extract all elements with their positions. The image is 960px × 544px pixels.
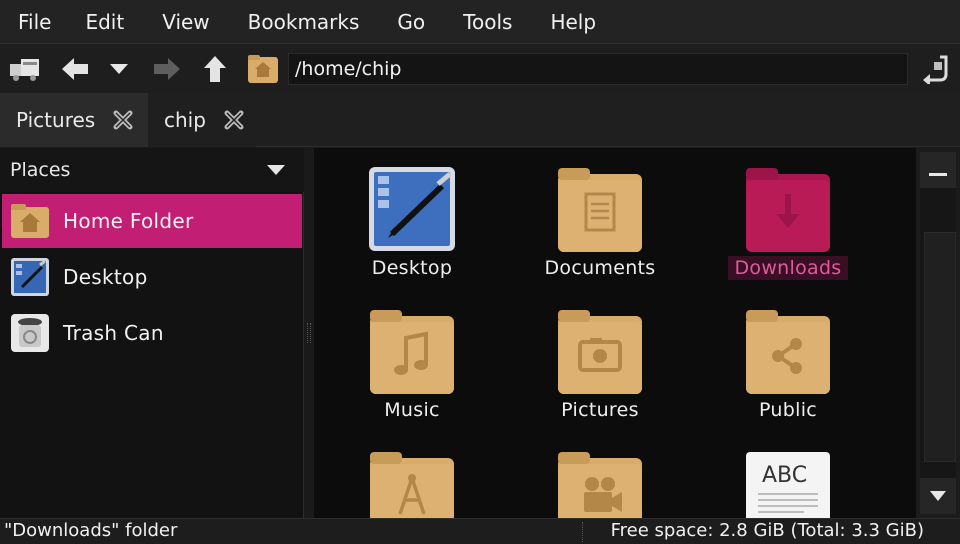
history-dropdown-button[interactable] [102, 52, 136, 86]
file-item-downloads[interactable]: Downloads [713, 166, 863, 280]
close-icon [113, 110, 133, 130]
file-item-music[interactable]: Music [337, 308, 487, 422]
documents-folder-icon [556, 166, 644, 254]
history-dropdown-icon [110, 64, 128, 74]
downloads-folder-icon [744, 166, 832, 254]
menu-edit[interactable]: Edit [77, 8, 132, 36]
go-button[interactable] [918, 52, 952, 86]
pictures-folder-icon [556, 308, 644, 396]
chevron-down-icon[interactable] [266, 164, 286, 176]
desktop-icon [368, 166, 456, 254]
menu-view[interactable]: View [154, 8, 217, 36]
close-icon [224, 110, 244, 130]
pane-splitter[interactable] [304, 148, 314, 518]
tab-label: Pictures [16, 108, 96, 132]
scroll-down-button[interactable] [920, 478, 956, 514]
menu-bookmarks[interactable]: Bookmarks [240, 8, 368, 36]
home-location-button[interactable] [246, 52, 280, 86]
public-folder-icon [744, 308, 832, 396]
file-label: Music [384, 399, 440, 421]
sidebar-item-trash-can[interactable]: Trash Can [2, 306, 302, 360]
status-bar: "Downloads" folder Free space: 2.8 GiB (… [0, 518, 960, 544]
splitter-grip[interactable] [307, 323, 311, 343]
places-header[interactable]: Places [0, 148, 304, 192]
forward-button[interactable] [150, 52, 184, 86]
text-file-preview: ABC [762, 463, 807, 488]
forward-arrow-icon [154, 58, 180, 80]
sidebar-item-label: Home Folder [63, 209, 194, 233]
file-item-documents[interactable]: Documents [525, 166, 675, 280]
home-folder-icon [248, 55, 278, 83]
home-folder-icon [10, 201, 50, 241]
music-folder-icon [368, 308, 456, 396]
desktop-icon [10, 257, 50, 297]
up-arrow-icon [204, 56, 226, 82]
scroll-up-button[interactable] [920, 152, 956, 188]
trash-can-icon [10, 313, 50, 353]
status-divider [582, 522, 584, 542]
file-label: Downloads [728, 256, 848, 280]
menu-file[interactable]: File [10, 8, 59, 36]
file-item-text-file[interactable]: ABC [713, 450, 863, 518]
menu-help[interactable]: Help [542, 8, 604, 36]
file-item-public[interactable]: Public [713, 308, 863, 422]
tab-chip[interactable]: chip [148, 93, 256, 147]
file-item-templates[interactable] [337, 450, 487, 518]
sidebar-item-home-folder[interactable]: Home Folder [2, 194, 302, 248]
tab-bar: Pictures chip [0, 93, 960, 147]
chevron-down-icon [930, 491, 946, 501]
file-icon-view[interactable]: Desktop Documents Downloads Music Pictur… [314, 148, 916, 518]
back-arrow-icon [62, 58, 88, 80]
menu-tools[interactable]: Tools [455, 8, 520, 36]
scroll-up-icon [929, 173, 947, 176]
open-terminal-icon [10, 59, 39, 81]
tab-label: chip [164, 108, 206, 132]
file-item-pictures[interactable]: Pictures [525, 308, 675, 422]
status-selection: "Downloads" folder [4, 520, 178, 541]
open-terminal-button[interactable] [8, 52, 42, 86]
sidebar-item-label: Trash Can [63, 321, 164, 345]
file-label: Documents [544, 257, 656, 279]
scroll-track[interactable] [920, 188, 956, 478]
go-icon [923, 55, 948, 84]
scroll-thumb[interactable] [924, 232, 956, 462]
location-input[interactable]: /home/chip [288, 53, 908, 85]
file-item-videos[interactable] [525, 450, 675, 518]
places-title: Places [10, 159, 71, 181]
up-button[interactable] [198, 52, 232, 86]
menu-go[interactable]: Go [389, 8, 433, 36]
file-label: Public [758, 399, 818, 421]
file-label: Pictures [561, 399, 639, 421]
places-sidebar: Places Home Folder Desktop Trash Can [0, 148, 304, 518]
tab-close-button[interactable] [222, 108, 246, 132]
videos-folder-icon [556, 450, 644, 518]
file-item-desktop[interactable]: Desktop [337, 166, 487, 280]
menubar: File Edit View Bookmarks Go Tools Help [0, 0, 960, 43]
sidebar-item-desktop[interactable]: Desktop [2, 250, 302, 304]
tab-pictures[interactable]: Pictures [0, 93, 148, 147]
vertical-scrollbar[interactable] [916, 148, 960, 518]
templates-folder-icon [368, 450, 456, 518]
sidebar-item-label: Desktop [63, 265, 148, 289]
text-file-icon: ABC [744, 450, 832, 518]
status-free-space: Free space: 2.8 GiB (Total: 3.3 GiB) [610, 520, 924, 541]
file-label: Desktop [371, 257, 453, 279]
back-button[interactable] [58, 52, 92, 86]
toolbar: /home/chip [0, 43, 960, 93]
tab-close-button[interactable] [111, 108, 135, 132]
